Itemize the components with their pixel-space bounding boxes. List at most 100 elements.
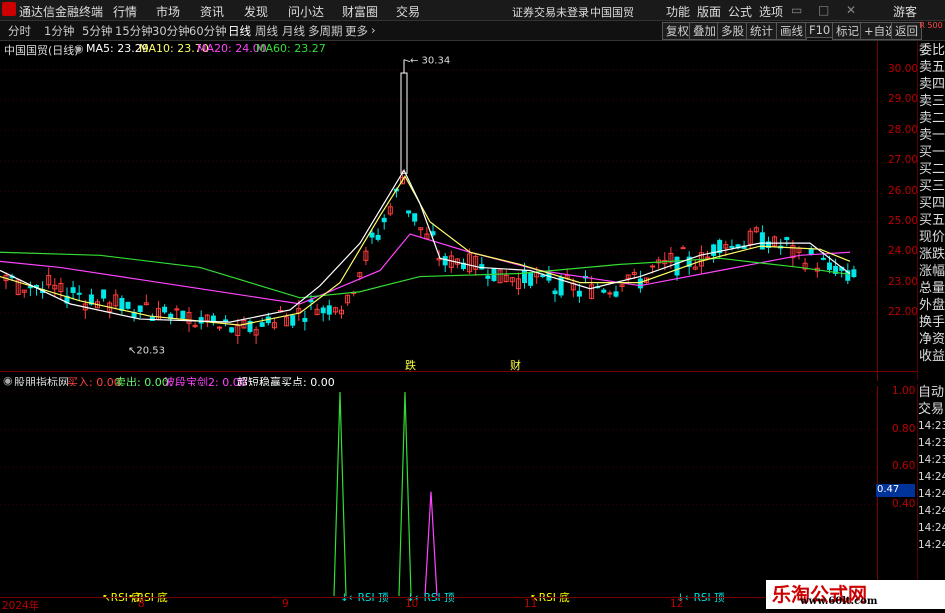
btn-f10[interactable]: F10: [805, 22, 835, 38]
candle-body: [70, 287, 76, 293]
candle-body: [137, 305, 143, 313]
quote-field-label: 现价: [918, 230, 945, 245]
period-multi[interactable]: 多周期: [308, 23, 343, 39]
current-indicator-value: 0.47: [876, 484, 915, 497]
die-label: 跌: [405, 358, 416, 372]
trade-field-label: 14:24: [918, 471, 945, 483]
high-price-label: ← 30.34: [410, 56, 450, 67]
candle-body: [552, 290, 558, 295]
candle-body: [412, 213, 418, 222]
menu-shichang[interactable]: 市场: [156, 3, 180, 20]
price-axis: 30.00 29.00 28.00 27.00 26.00 25.00 24.00 23.00…: [878, 41, 919, 381]
candle-body: [381, 217, 387, 223]
low-price-label: ↖20.53: [128, 346, 165, 357]
minimize-icon[interactable]: ▭: [791, 3, 802, 17]
annotations: ← 30.34 ↖20.53 跌 财: [128, 56, 521, 372]
period-daily[interactable]: 日线: [228, 23, 251, 39]
candle-body: [119, 297, 125, 311]
candle-body: [674, 256, 680, 276]
user-label[interactable]: 游客: [893, 3, 917, 20]
menu-wenxiaoda[interactable]: 问小达: [288, 3, 324, 20]
watermark-url: www.60lt.com: [800, 596, 878, 607]
candle-body: [375, 234, 381, 240]
btn-back[interactable]: 返回: [891, 22, 922, 40]
btn-diejia[interactable]: 叠加: [689, 22, 720, 40]
quote-field-label: 涨跌: [918, 247, 945, 262]
settings-icon[interactable]: ◉: [74, 42, 84, 55]
quote-field-label: 卖二: [918, 111, 945, 126]
trade-field-label: 交易: [918, 402, 945, 417]
menu-gongneng[interactable]: 功能: [666, 3, 690, 20]
kline-chart[interactable]: ← 30.34 ↖20.53 跌 财: [0, 41, 916, 381]
candle-body: [229, 327, 235, 333]
candle-body: [290, 315, 296, 326]
period-monthly[interactable]: 月线: [282, 23, 305, 39]
quote-field-label: 委比: [918, 43, 945, 58]
date-oct: 10: [405, 598, 419, 610]
price-tick: 22.00: [888, 306, 919, 318]
trade-field-label: 14:24: [918, 505, 945, 517]
quote-field-label: 换手: [918, 315, 945, 330]
btn-huaxian[interactable]: 画线: [776, 22, 807, 40]
price-tick: 29.00: [888, 93, 919, 106]
date-nov: 11: [524, 598, 538, 610]
indicator-chart[interactable]: [0, 386, 877, 596]
candlesticks: [3, 59, 857, 344]
quote-field-label: 买一: [918, 145, 945, 160]
stock-title: 中国国贸(日线): [4, 44, 79, 57]
btn-biaoji[interactable]: 标记: [832, 22, 863, 40]
ma20-line: [0, 233, 851, 305]
ma60-legend: MA60: 23.27: [256, 42, 326, 55]
ind-tick: 0.60: [892, 460, 916, 473]
menu-banmian[interactable]: 版面: [697, 3, 721, 20]
trade-panel: 自动 交易 14:23 14:23 14:23 14:24 14:24 14:24 14:24 1…: [917, 384, 945, 584]
login-status[interactable]: 证券交易未登录: [512, 4, 589, 20]
ind-tick: 0.40: [892, 497, 916, 510]
candle-body: [613, 291, 619, 297]
menu-caifuquan[interactable]: 财富圈: [342, 3, 378, 20]
menu-gongshi[interactable]: 公式: [728, 3, 752, 20]
quote-field-label: 收益: [918, 349, 945, 364]
quote-field-label: 买二: [918, 162, 945, 177]
ma5-line: [0, 168, 851, 323]
btn-duogu[interactable]: 多股: [717, 22, 748, 40]
price-tick: 24.00: [888, 245, 919, 258]
btn-tongji[interactable]: 统计: [746, 22, 777, 40]
candle-body: [442, 256, 448, 266]
trade-field-label: 14:24: [918, 522, 945, 534]
menu-bar: 通达信金融终端 行情 市场 资讯 发现 问小达 财富圈 交易 证券交易未登录 中…: [0, 0, 945, 21]
period-15min[interactable]: 15分钟: [115, 23, 153, 39]
candle-body: [827, 262, 832, 270]
candle-body: [528, 272, 534, 286]
menu-zixun[interactable]: 资讯: [200, 3, 224, 20]
candle-body: [223, 319, 229, 322]
ind-tick: 0.80: [892, 422, 916, 435]
trade-field-label: 14:24: [918, 488, 945, 500]
menu-xuanxiang[interactable]: 选项: [759, 3, 783, 20]
menu-faxian[interactable]: 发现: [244, 3, 268, 20]
quote-field-label: 卖五: [918, 60, 945, 75]
candle-body: [217, 326, 222, 329]
restore-icon[interactable]: □: [818, 3, 829, 17]
candle-body: [101, 289, 107, 299]
period-fenshi[interactable]: 分时: [8, 23, 31, 39]
quote-field-label: 总量: [918, 281, 945, 296]
period-30min[interactable]: 30分钟: [152, 23, 190, 39]
trade-field-label: 14:24: [918, 539, 945, 551]
price-tick: 25.00: [888, 214, 919, 227]
menu-jiaoyi[interactable]: 交易: [396, 3, 420, 20]
menu-hangqing[interactable]: 行情: [113, 3, 137, 20]
candle-body: [680, 247, 686, 250]
period-5min[interactable]: 5分钟: [82, 23, 112, 39]
period-weekly[interactable]: 周线: [255, 23, 278, 39]
more-chevron-icon[interactable]: ›: [371, 23, 376, 37]
period-more[interactable]: 更多: [345, 23, 368, 39]
candle-body: [76, 292, 82, 295]
main-legend: 中国国贸(日线) ◉ MA5: 23.29 MA10: 23.70 MA20: …: [0, 42, 700, 57]
close-icon[interactable]: ✕: [846, 3, 856, 17]
price-tick: 30.00: [888, 63, 919, 75]
candle-body: [479, 264, 485, 270]
candle-body: [320, 307, 326, 314]
period-60min[interactable]: 60分钟: [189, 23, 227, 39]
period-1min[interactable]: 1分钟: [44, 23, 74, 39]
